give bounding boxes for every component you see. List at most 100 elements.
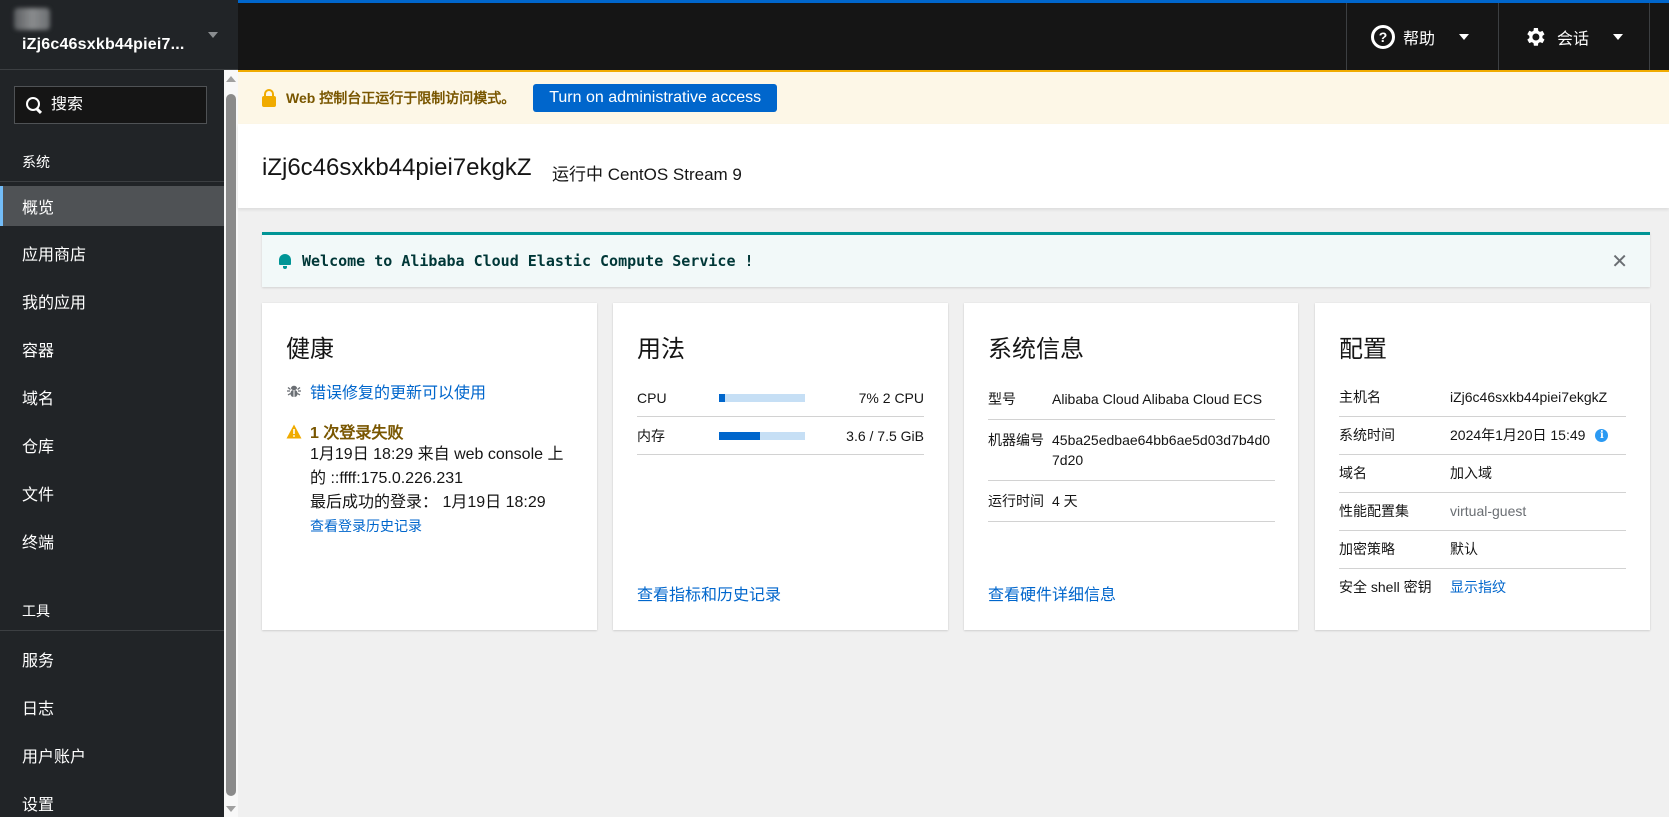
updates-available-link[interactable]: 错误修复的更新可以使用 [310,379,486,403]
host-switcher[interactable]: iZj6c46sxkb44piei7... [0,0,238,70]
nav-item-app-store[interactable]: 应用商店 [0,233,224,273]
system-info-table: 型号 Alibaba Cloud Alibaba Cloud ECS 机器编号 … [988,379,1275,522]
motd-message: Welcome to Alibaba Cloud Elastic Compute… [302,252,754,270]
search-field[interactable] [14,86,207,124]
nav-section-label: 系统 [22,154,50,170]
info-value: 4 天 [1052,493,1078,509]
info-key: 型号 [988,391,1016,407]
usage-value: 7% 2 CPU [858,389,924,406]
limited-access-alert: Web 控制台正运行于限制访问模式。 Turn on administrativ… [238,70,1669,124]
nav-section-system: 系统 [0,138,224,182]
scroll-up-arrow-icon[interactable] [226,76,236,82]
caret-down-icon [1613,33,1624,40]
config-row-domain: 域名 加入域 [1339,455,1626,493]
config-value[interactable]: virtual-guest [1450,503,1626,520]
info-key: 机器编号 [988,432,1044,448]
config-key: 加密策略 [1339,541,1395,557]
session-label: 会话 [1557,30,1590,48]
motd-alert: Welcome to Alibaba Cloud Elastic Compute… [262,232,1650,287]
gear-icon [1527,27,1545,46]
warning-icon [286,424,302,438]
card-title: 配置 [1339,336,1387,363]
login-history-link[interactable]: 查看登录历史记录 [310,516,422,536]
show-fingerprints-link[interactable]: 显示指纹 [1450,579,1626,596]
failed-login-info: 1 次登录失败 1月19日 18:29 来自 web console 上 的 :… [286,419,576,536]
nav-section-label: 工具 [22,603,50,619]
hardware-details-link[interactable]: 查看硬件详细信息 [988,581,1116,605]
usage-row-cpu: CPU 7% 2 CPU [637,379,924,417]
limited-access-message: Web 控制台正运行于限制访问模式。 [286,90,516,106]
bug-icon [287,385,301,397]
config-value[interactable]: iZj6c46sxkb44piei7ekgkZ [1450,389,1626,406]
card-title: 用法 [637,336,685,363]
failed-login-detail: 1月19日 18:29 来自 web console 上 [310,446,564,463]
info-value: Alibaba Cloud Alibaba Cloud ECS [1052,391,1263,407]
turn-on-admin-access-button[interactable]: Turn on administrative access [533,84,778,112]
nav-section-tools: 工具 [0,587,224,631]
config-row-hostname: 主机名 iZj6c46sxkb44piei7ekgkZ [1339,379,1626,417]
usage-card: 用法 CPU 7% 2 CPU 内存 3.6 / 7.5 GiB 查看指标和历史… [613,303,948,630]
info-row-machine-id: 机器编号 45ba25edbae64bb6ae5d03d7b4d07d20 [988,420,1275,481]
cockpit-web-console: iZj6c46sxkb44piei7... 系统 概览 应用商店 我的应用 容器… [0,0,1669,817]
nav-item-services[interactable]: 服务 [0,639,224,679]
nav-item-settings[interactable]: 设置 [0,783,224,817]
failed-login-title: 1 次登录失败 [310,425,404,442]
help-menu-button[interactable]: ? 帮助 [1346,3,1498,70]
config-row-performance-profile: 性能配置集 virtual-guest [1339,493,1626,531]
close-icon[interactable]: ✕ [1611,249,1628,274]
failed-login-source: 的 ::ffff:175.0.226.231 [310,470,464,487]
help-icon: ? [1371,24,1395,49]
host-avatar [14,8,50,30]
search-icon [25,96,43,114]
system-info-card: 系统信息 型号 Alibaba Cloud Alibaba Cloud ECS … [964,303,1298,630]
config-key: 安全 shell 密钥 [1339,579,1432,595]
configuration-card: 配置 主机名 iZj6c46sxkb44piei7ekgkZ 系统时间 2024… [1315,303,1650,630]
nav-item-terminal[interactable]: 终端 [0,521,224,561]
session-menu-button[interactable]: 会话 [1498,3,1650,70]
memory-progress-fill [719,431,761,440]
cpu-progress-bar [719,393,805,402]
metrics-history-link[interactable]: 查看指标和历史记录 [637,581,781,605]
host-name: iZj6c46sxkb44piei7... [22,36,185,53]
config-value[interactable]: 默认 [1450,541,1626,558]
config-row-crypto-policy: 加密策略 默认 [1339,531,1626,569]
config-value[interactable]: 加入域 [1450,465,1626,482]
help-label: 帮助 [1403,30,1436,48]
nav-item-domains[interactable]: 域名 [0,377,224,417]
memory-progress-bar [719,431,805,440]
usage-row-memory: 内存 3.6 / 7.5 GiB [637,417,924,455]
nav-item-files[interactable]: 文件 [0,473,224,513]
nav-item-accounts[interactable]: 用户账户 [0,735,224,775]
nav-item-logs[interactable]: 日志 [0,687,224,727]
sidebar-scrollbar[interactable] [224,70,238,817]
card-title: 健康 [286,336,334,363]
info-icon[interactable]: i [1595,429,1609,442]
config-key: 域名 [1339,465,1367,481]
config-value[interactable]: 2024年1月20日 15:49 [1450,427,1585,444]
info-row-uptime: 运行时间 4 天 [988,481,1275,522]
lock-icon [262,89,276,107]
configuration-table: 主机名 iZj6c46sxkb44piei7ekgkZ 系统时间 2024年1月… [1339,379,1626,606]
health-card: 健康 错误修复的更新可以使用 1 次登录失败 1月19日 18:29 来自 we… [262,303,597,630]
search-input[interactable] [51,96,191,114]
scroll-down-arrow-icon[interactable] [226,806,236,812]
caret-down-icon [1459,33,1470,40]
nav-item-overview[interactable]: 概览 [0,186,224,226]
sidebar: iZj6c46sxkb44piei7... 系统 概览 应用商店 我的应用 容器… [0,0,238,817]
nav-item-my-apps[interactable]: 我的应用 [0,281,224,321]
info-row-model: 型号 Alibaba Cloud Alibaba Cloud ECS [988,379,1275,420]
page-title: iZj6c46sxkb44piei7ekgkZ [262,154,532,181]
card-title: 系统信息 [988,336,1084,363]
config-key: 性能配置集 [1339,503,1409,519]
page-subtitle: 运行中 CentOS Stream 9 [552,165,742,184]
config-key: 系统时间 [1339,427,1395,443]
usage-label: 内存 [637,427,665,444]
chevron-down-icon [208,32,218,38]
updates-status: 错误修复的更新可以使用 [286,379,486,403]
usage-label: CPU [637,389,667,406]
nav-item-repositories[interactable]: 仓库 [0,425,224,465]
scroll-thumb[interactable] [226,94,236,796]
nav-item-containers[interactable]: 容器 [0,329,224,369]
last-successful-login: 最后成功的登录： 1月19日 18:29 [310,494,546,511]
usage-table: CPU 7% 2 CPU 内存 3.6 / 7.5 GiB [637,379,924,455]
